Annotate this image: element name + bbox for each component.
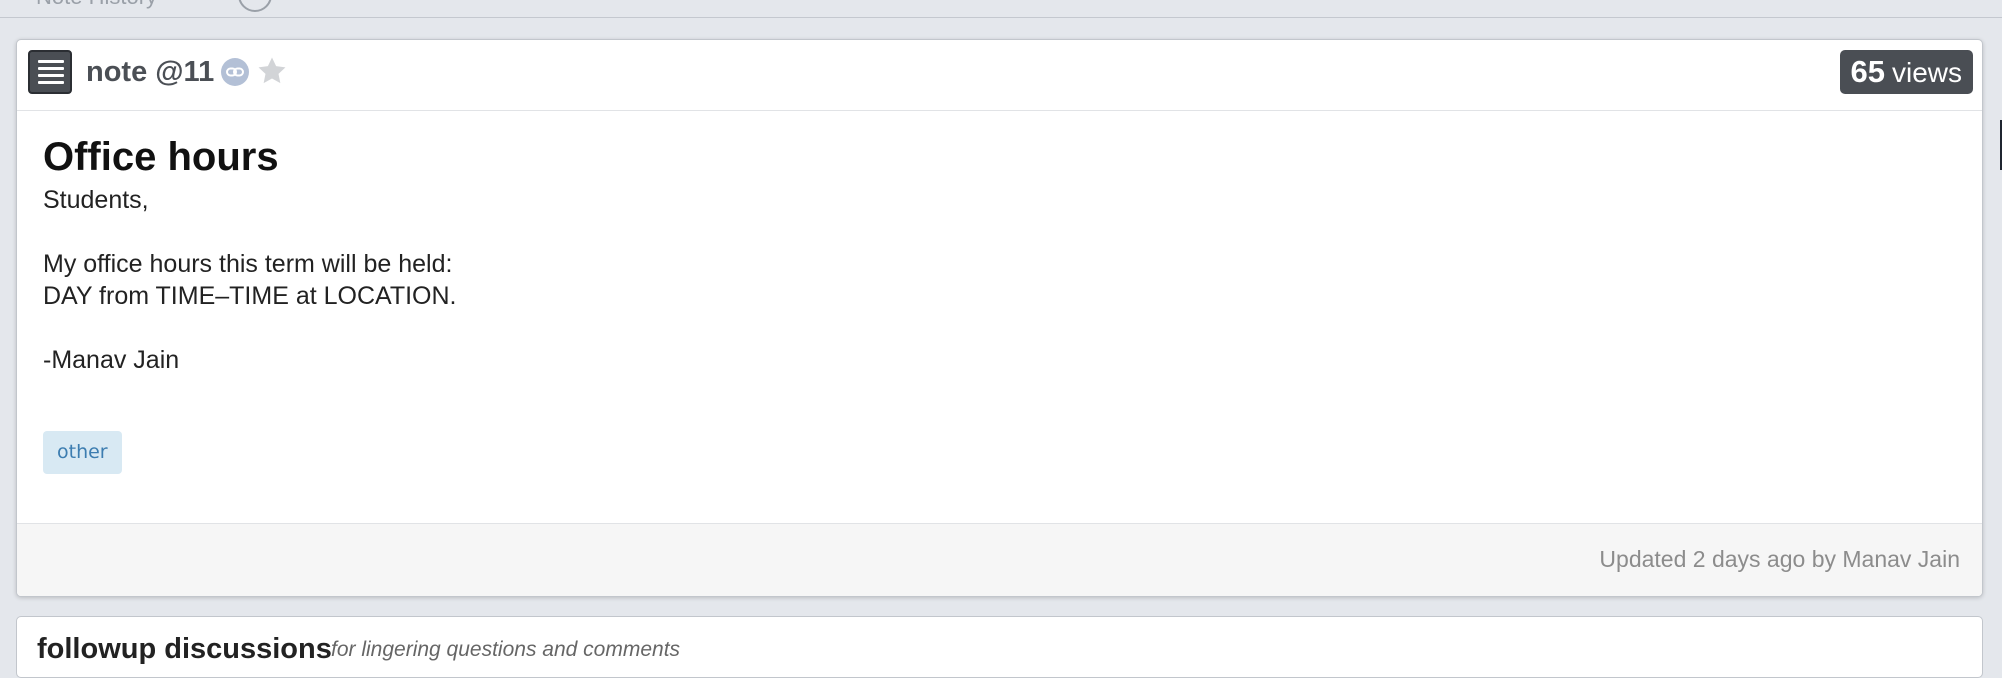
- followup-title: followup discussions: [37, 633, 332, 665]
- note-actions-menu-button[interactable]: [28, 50, 72, 94]
- content-line: [43, 216, 1956, 248]
- content-line: [43, 312, 1956, 344]
- note-card: note @11 65 views Office hours Students, …: [16, 39, 1983, 597]
- hamburger-menu-icon-bar: [38, 74, 64, 77]
- hamburger-menu-icon-bar: [38, 81, 64, 84]
- post-content: Students, My office hours this term will…: [43, 184, 1956, 376]
- post-subject: Office hours: [43, 135, 279, 179]
- tag-other[interactable]: other: [43, 431, 122, 474]
- content-line: DAY from TIME–TIME at LOCATION.: [43, 282, 457, 310]
- updated-text: Updated 2 days ago by Manav Jain: [1599, 546, 1960, 572]
- note-history-bar: Note History: [0, 0, 2002, 18]
- history-slider-handle-icon[interactable]: [238, 0, 272, 12]
- note-title: note @11: [86, 56, 215, 88]
- star-icon[interactable]: [255, 54, 289, 88]
- views-count: 65: [1850, 54, 1885, 89]
- note-history-label[interactable]: Note History: [36, 0, 157, 10]
- views-badge: 65 views: [1839, 50, 1973, 94]
- hamburger-menu-icon: [38, 60, 64, 63]
- note-body: Office hours Students, My office hours t…: [43, 134, 1956, 376]
- link-icon[interactable]: [221, 58, 249, 86]
- followup-card: followup discussions for lingering quest…: [16, 616, 1983, 678]
- content-line: Students,: [43, 186, 149, 214]
- note-footer: Updated 2 days ago by Manav Jain: [17, 523, 1982, 596]
- content-line: -Manav Jain: [43, 346, 180, 374]
- views-label: views: [1891, 57, 1962, 88]
- hamburger-menu-icon-bar: [38, 67, 64, 70]
- note-header: note @11 65 views: [17, 40, 1982, 111]
- followup-subtitle: for lingering questions and comments: [331, 638, 681, 661]
- content-line: My office hours this term will be held:: [43, 250, 453, 278]
